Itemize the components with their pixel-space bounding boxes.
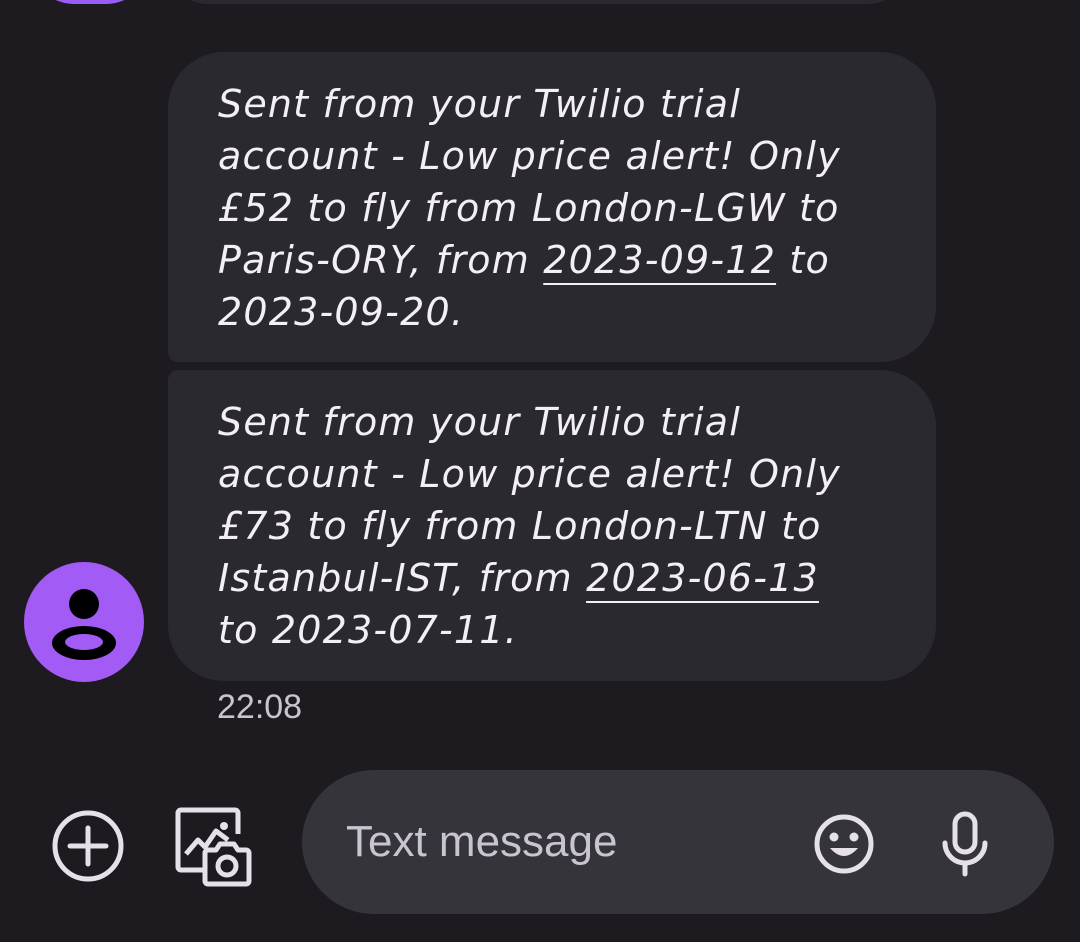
message-timestamp: 22:08 [217, 688, 303, 726]
message-text: Istanbul-IST, from [218, 556, 587, 600]
message-line: Paris-ORY, from 2023-09-12 to [218, 234, 896, 286]
microphone-icon [942, 811, 988, 877]
contact-avatar[interactable] [24, 562, 144, 682]
message-line: account - Low price alert! Only [218, 134, 841, 178]
message-line: account - Low price alert! Only [218, 452, 841, 496]
previous-message-bubble-partial [168, 0, 908, 4]
plus-circle-icon [52, 810, 124, 882]
message-input-field[interactable] [302, 770, 1054, 914]
message-line: Istanbul-IST, from 2023-06-13 [218, 552, 896, 604]
text-message-input[interactable] [346, 810, 786, 874]
add-attachment-button[interactable] [48, 806, 128, 886]
voice-input-button[interactable] [938, 810, 992, 878]
date-link[interactable]: 2023-09-12 [543, 238, 776, 282]
person-icon [52, 589, 116, 660]
message-bubble[interactable]: Sent from your Twilio trial account - Lo… [168, 370, 936, 681]
message-bubble[interactable]: Sent from your Twilio trial account - Lo… [168, 52, 936, 362]
message-line: 2023-09-20. [218, 290, 465, 334]
previous-avatar-partial [30, 0, 150, 4]
gallery-camera-icon [175, 807, 252, 887]
smiley-face-icon [814, 814, 874, 874]
date-link[interactable]: 2023-06-13 [586, 556, 819, 600]
gallery-button[interactable] [172, 804, 256, 888]
emoji-button[interactable] [810, 810, 878, 878]
message-text: Paris-ORY, from [218, 238, 544, 282]
compose-bar [0, 770, 1080, 920]
message-line: to 2023-07-11. [218, 608, 518, 652]
message-line: Sent from your Twilio trial [218, 82, 741, 126]
message-text: to [776, 238, 830, 282]
message-line: £73 to fly from London-LTN to [218, 504, 822, 548]
message-line: £52 to fly from London-LGW to [218, 186, 840, 230]
message-line: Sent from your Twilio trial [218, 400, 741, 444]
